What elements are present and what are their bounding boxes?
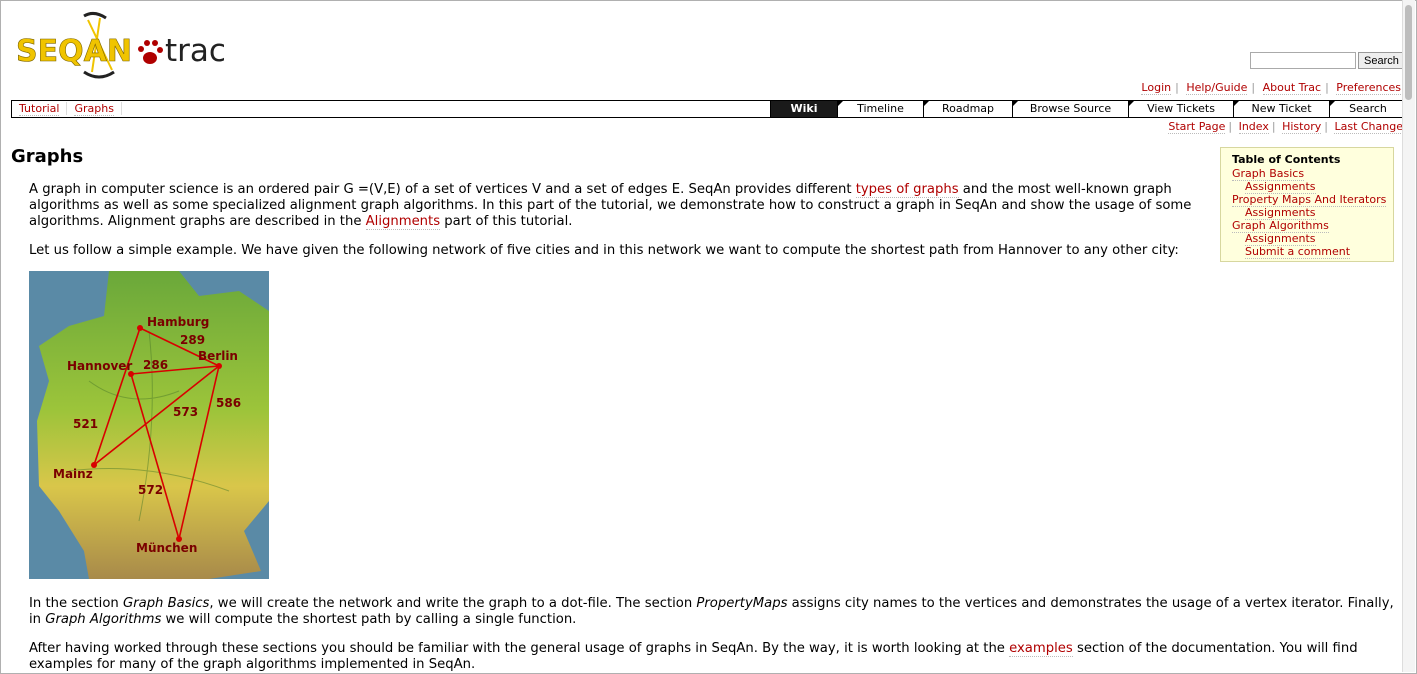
example-paragraph: Let us follow a simple example. We have … (29, 243, 1179, 258)
toc-title: Table of Contents (1232, 153, 1341, 166)
germany-city-network-map: Hamburg Berlin Hannover Mainz München 28… (29, 271, 269, 579)
city-label-hannover: Hannover (67, 359, 132, 373)
navigation-bar: Tutorial Graphs Wiki Timeline Roadmap Bro… (11, 100, 1407, 118)
edge-label-521: 521 (73, 417, 98, 431)
examples-link[interactable]: examples (1009, 641, 1073, 657)
main-nav: Wiki Timeline Roadmap Browse Source View… (770, 101, 1406, 117)
tab-wiki[interactable]: Wiki (770, 101, 837, 117)
closing-paragraph: After having worked through these sectio… (29, 641, 1358, 672)
tab-browse-source[interactable]: Browse Source (1012, 101, 1128, 117)
table-of-contents: Table of Contents Graph Basics Assignmen… (1220, 147, 1394, 262)
intro-paragraph: A graph in computer science is an ordere… (29, 182, 1192, 230)
page-title: Graphs (11, 146, 84, 167)
tab-new-ticket[interactable]: New Ticket (1233, 101, 1329, 117)
toc-item-assignments-2[interactable]: Assignments (1245, 206, 1316, 220)
context-nav: Start Page | Index | History | Last Change (1168, 120, 1403, 134)
search-button[interactable]: Search (1358, 52, 1405, 69)
tab-view-tickets[interactable]: View Tickets (1128, 101, 1233, 117)
edge-label-586: 586 (216, 396, 241, 410)
alignments-link[interactable]: Alignments (365, 214, 441, 230)
toc-item-property-maps[interactable]: Property Maps And Iterators (1232, 193, 1387, 207)
edge-label-289: 289 (180, 333, 205, 347)
index-link[interactable]: Index (1238, 120, 1269, 134)
meta-nav: Login | Help/Guide | About Trac | Preferenc… (1141, 81, 1401, 95)
tab-search[interactable]: Search (1329, 101, 1406, 117)
help-guide-link[interactable]: Help/Guide (1186, 81, 1248, 95)
edge-label-573: 573 (173, 405, 198, 419)
breadcrumb: Tutorial Graphs (12, 101, 122, 117)
city-label-mainz: Mainz (53, 467, 93, 481)
city-label-muenchen: München (136, 541, 197, 555)
toc-item-assignments-3[interactable]: Assignments (1245, 232, 1316, 246)
preferences-link[interactable]: Preferences (1336, 81, 1401, 95)
svg-text:SEQAN: SEQAN (16, 34, 132, 69)
types-of-graphs-link[interactable]: types of graphs (855, 182, 959, 198)
start-page-link[interactable]: Start Page (1168, 120, 1226, 134)
last-change-link[interactable]: Last Change (1334, 120, 1403, 134)
edge-label-286: 286 (143, 358, 168, 372)
toc-item-graph-basics[interactable]: Graph Basics (1232, 167, 1305, 181)
city-label-berlin: Berlin (198, 349, 238, 363)
paw-print-icon (138, 40, 163, 64)
toc-item-assignments-1[interactable]: Assignments (1245, 180, 1316, 194)
tab-timeline[interactable]: Timeline (837, 101, 923, 117)
breadcrumb-tutorial[interactable]: Tutorial (19, 102, 60, 116)
about-trac-link[interactable]: About Trac (1262, 81, 1322, 95)
sections-paragraph: In the section Graph Basics, we will cre… (29, 596, 1394, 627)
city-label-hamburg: Hamburg (147, 315, 209, 329)
login-link[interactable]: Login (1141, 81, 1172, 95)
search-input[interactable] (1250, 52, 1356, 69)
tab-roadmap[interactable]: Roadmap (923, 101, 1012, 117)
breadcrumb-graphs[interactable]: Graphs (74, 102, 114, 116)
seqan-trac-logo[interactable]: SEQAN trac (14, 10, 229, 82)
svg-text:trac: trac (165, 33, 226, 69)
history-link[interactable]: History (1282, 120, 1322, 134)
edge-label-572: 572 (138, 483, 163, 497)
scrollbar-thumb[interactable] (1405, 5, 1412, 100)
vertical-scrollbar[interactable] (1402, 0, 1415, 672)
toc-item-graph-algorithms[interactable]: Graph Algorithms (1232, 219, 1329, 233)
toc-item-submit-comment[interactable]: Submit a comment (1245, 245, 1351, 259)
